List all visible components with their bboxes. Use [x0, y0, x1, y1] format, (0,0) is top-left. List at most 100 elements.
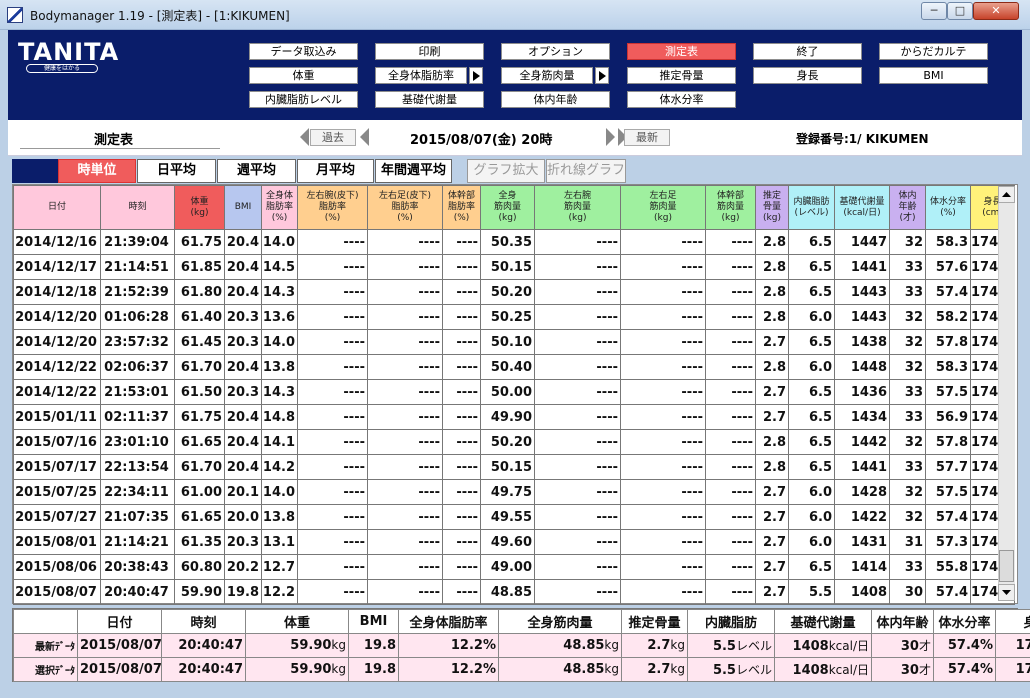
table-cell: ---- — [534, 304, 621, 330]
minimize-button[interactable]: ─ — [921, 2, 947, 20]
tab-hourly[interactable]: 時単位 — [58, 159, 136, 183]
table-cell: 49.55 — [480, 504, 535, 530]
tab-daily-average[interactable]: 日平均 — [137, 159, 216, 183]
expand-arrow-icon[interactable] — [595, 67, 609, 84]
column-header[interactable]: 体水分率 (%) — [925, 185, 971, 230]
table-row[interactable]: 2015/07/16 23:01:10 61.65 20.4 14.1 ---- ---- -… — [13, 429, 1016, 455]
column-header[interactable]: 左右腕(皮下) 脂肪率 (%) — [297, 185, 368, 230]
next-button[interactable]: 最新 — [624, 129, 670, 146]
height-button[interactable]: 身長 — [753, 67, 862, 84]
options-button[interactable]: オプション — [501, 43, 610, 60]
table-cell: ---- — [534, 354, 621, 380]
column-header[interactable]: 時刻 — [100, 185, 175, 230]
exit-button[interactable]: 終了 — [753, 43, 862, 60]
column-header[interactable]: 左右足 筋肉量 (kg) — [620, 185, 706, 230]
table-cell: 21:53:01 — [100, 379, 175, 405]
column-header[interactable]: 内臓脂肪 (レベル) — [788, 185, 835, 230]
table-row[interactable]: 2014/12/18 21:52:39 61.80 20.4 14.3 ---- ---- -… — [13, 279, 1016, 305]
tab-monthly-average[interactable]: 月平均 — [297, 159, 374, 183]
table-row[interactable]: 2014/12/16 21:39:04 61.75 20.4 14.0 ---- ---- -… — [13, 229, 1016, 255]
chevron-left-icon[interactable] — [360, 128, 369, 146]
table-cell: ---- — [442, 579, 481, 605]
table-cell: 14.3 — [261, 379, 298, 405]
table-row[interactable]: 2015/08/07 20:40:47 59.90 19.8 12.2 ---- ---- -… — [13, 579, 1016, 605]
bone-mass-button[interactable]: 推定骨量 — [627, 67, 736, 84]
scroll-thumb[interactable] — [999, 550, 1014, 582]
bmi-button[interactable]: BMI — [879, 67, 988, 84]
chevron-right-icon[interactable] — [606, 128, 615, 146]
table-cell: 50.10 — [480, 329, 535, 355]
scroll-down-arrow-icon[interactable] — [998, 584, 1015, 601]
metabolic-age-button[interactable]: 体内年齢 — [501, 91, 610, 108]
table-row[interactable]: 2015/07/25 22:34:11 61.00 20.1 14.0 ---- ---- -… — [13, 479, 1016, 505]
latest-data-label: 最新ﾃﾞｰﾀ — [13, 633, 78, 658]
table-row[interactable]: 2015/07/17 22:13:54 61.70 20.4 14.2 ---- ---- -… — [13, 454, 1016, 480]
table-row[interactable]: 2014/12/22 02:06:37 61.70 20.4 13.8 ---- ---- -… — [13, 354, 1016, 380]
table-cell: 2.7 — [755, 479, 789, 505]
table-cell: ---- — [620, 229, 706, 255]
maximize-button[interactable]: □ — [947, 2, 973, 20]
column-header[interactable]: 基礎代謝量 (kcal/日) — [834, 185, 890, 230]
table-row[interactable]: 2014/12/17 21:14:51 61.85 20.4 14.5 ---- ---- -… — [13, 254, 1016, 280]
table-cell: 61.70 — [174, 354, 225, 380]
column-header[interactable]: BMI — [224, 185, 262, 230]
table-row[interactable]: 2015/08/01 21:14:21 61.35 20.3 13.1 ---- ---- -… — [13, 529, 1016, 555]
body-water-button[interactable]: 体水分率 — [627, 91, 736, 108]
summary-header: 内臓脂肪 — [687, 609, 775, 634]
close-button[interactable]: ✕ — [973, 2, 1019, 20]
table-cell: ---- — [620, 379, 706, 405]
column-header[interactable]: 推定 骨量 (kg) — [755, 185, 789, 230]
table-row[interactable]: 2014/12/20 01:06:28 61.40 20.3 13.6 ---- ---- -… — [13, 304, 1016, 330]
vertical-scrollbar[interactable] — [998, 186, 1015, 601]
column-header[interactable]: 全身 筋肉量 (kg) — [480, 185, 535, 230]
tab-graph-zoom[interactable]: グラフ拡大 — [467, 159, 545, 183]
expand-arrow-icon[interactable] — [469, 67, 483, 84]
title-underline — [20, 148, 220, 149]
table-row[interactable]: 2015/07/27 21:07:35 61.65 20.0 13.8 ---- ---- -… — [13, 504, 1016, 530]
table-row[interactable]: 2015/08/06 20:38:43 60.80 20.2 12.7 ---- ---- -… — [13, 554, 1016, 580]
body-chart-button[interactable]: からだカルテ — [879, 43, 988, 60]
table-cell: 50.20 — [480, 429, 535, 455]
table-cell: 2.7 — [755, 504, 789, 530]
table-cell: 49.60 — [480, 529, 535, 555]
body-fat-button[interactable]: 全身体脂肪率 — [375, 67, 467, 84]
tab-line-graph[interactable]: 折れ線グラフ — [546, 159, 626, 183]
table-cell: ---- — [534, 454, 621, 480]
table-cell: 2.7 — [755, 404, 789, 430]
import-data-button[interactable]: データ取込み — [249, 43, 358, 60]
table-cell: 32 — [889, 354, 926, 380]
weight-button[interactable]: 体重 — [249, 67, 358, 84]
table-row[interactable]: 2015/01/11 02:11:37 61.75 20.4 14.8 ---- ---- -… — [13, 404, 1016, 430]
table-row[interactable]: 2014/12/20 23:57:32 61.45 20.3 14.0 ---- ---- -… — [13, 329, 1016, 355]
muscle-mass-button[interactable]: 全身筋肉量 — [501, 67, 593, 84]
summary-value: 1408kcal/日 — [774, 657, 872, 682]
column-header[interactable]: 左右腕 筋肉量 (kg) — [534, 185, 621, 230]
table-cell: ---- — [620, 429, 706, 455]
table-cell: ---- — [442, 254, 481, 280]
scroll-up-arrow-icon[interactable] — [998, 186, 1015, 203]
bmr-button[interactable]: 基礎代謝量 — [375, 91, 484, 108]
table-cell: 6.5 — [788, 429, 835, 455]
column-header[interactable]: 体幹部 脂肪率 (%) — [442, 185, 481, 230]
table-row[interactable]: 2014/12/22 21:53:01 61.50 20.3 14.3 ---- ---- -… — [13, 379, 1016, 405]
column-header[interactable]: 日付 — [13, 185, 101, 230]
column-header[interactable]: 全身体 脂肪率 (%) — [261, 185, 298, 230]
summary-panel: 日付 時刻 体重 BMI 全身体脂肪率 全身筋肉量 推定骨量 内臓脂肪 基礎代謝量 体内年齢 体水分… — [12, 608, 1030, 682]
table-cell: 61.75 — [174, 229, 225, 255]
measurement-table-button[interactable]: 測定表 — [627, 43, 736, 60]
column-header[interactable]: 体重 (kg) — [174, 185, 225, 230]
table-cell: 6.0 — [788, 504, 835, 530]
column-header[interactable]: 体内 年齢 (才) — [889, 185, 926, 230]
column-header[interactable]: 左右足(皮下) 脂肪率 (%) — [367, 185, 443, 230]
print-button[interactable]: 印刷 — [375, 43, 484, 60]
prev-button[interactable]: 過去 — [310, 129, 356, 146]
tab-annual-weekly-average[interactable]: 年間週平均 — [375, 159, 452, 183]
table-cell: 1428 — [834, 479, 890, 505]
table-cell: ---- — [442, 229, 481, 255]
visceral-fat-button[interactable]: 内臓脂肪レベル — [249, 91, 358, 108]
column-header[interactable]: 体幹部 筋肉量 (kg) — [705, 185, 756, 230]
prev-arrow-icon[interactable] — [300, 128, 309, 146]
table-cell: 1442 — [834, 429, 890, 455]
tab-weekly-average[interactable]: 週平均 — [217, 159, 296, 183]
table-cell: 14.0 — [261, 229, 298, 255]
